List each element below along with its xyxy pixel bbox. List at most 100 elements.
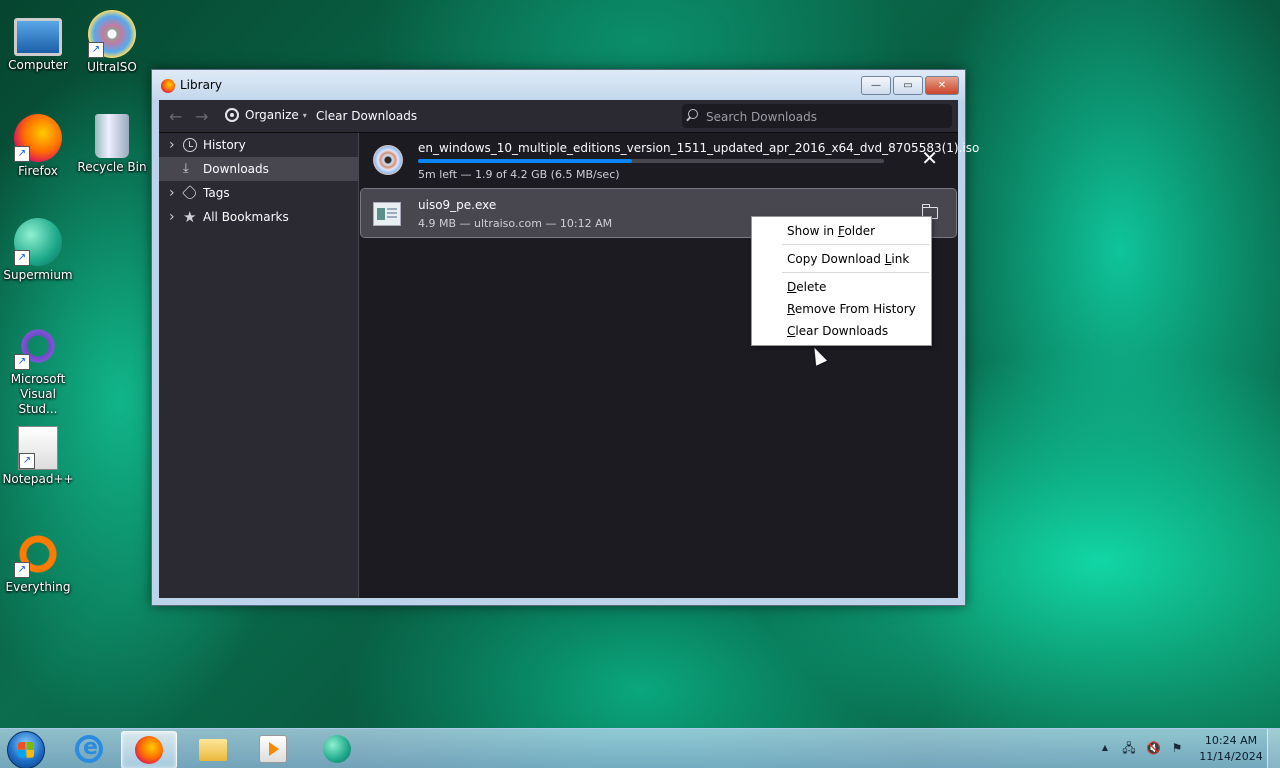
organize-label: Organize <box>245 108 299 122</box>
search-input[interactable] <box>704 107 948 127</box>
computer-icon <box>14 18 62 56</box>
firefox-icon <box>161 79 175 93</box>
firefox-icon <box>135 736 163 764</box>
supermium-icon <box>323 735 351 763</box>
back-button[interactable]: ← <box>169 107 182 126</box>
download-filename: uiso9_pe.exe <box>418 198 497 212</box>
desktop-icon-computer[interactable]: Computer <box>0 10 76 72</box>
desktop-icon-label: Everything <box>5 580 71 594</box>
everything-icon: ↗ <box>14 530 62 578</box>
chevron-right-icon[interactable]: › <box>169 133 175 157</box>
download-progress-bar <box>418 159 884 163</box>
chevron-right-icon[interactable]: › <box>169 181 175 205</box>
maximize-button[interactable]: ▭ <box>893 76 923 95</box>
taskbar-firefox[interactable] <box>121 731 177 768</box>
search-icon <box>688 109 698 119</box>
context-menu: Show in Folder Copy Download Link Delete… <box>751 216 932 346</box>
taskbar-clock[interactable]: 10:24 AM 11/14/2024 <box>1196 733 1266 765</box>
desktop-icon-everything[interactable]: ↗ Everything <box>0 530 76 594</box>
desktop-icon-label: Firefox <box>18 164 58 178</box>
menu-item-show-in-folder[interactable]: Show in Folder <box>752 220 931 242</box>
desktop-icon-label: Supermium <box>3 268 73 282</box>
shortcut-arrow-icon: ↗ <box>14 250 30 266</box>
library-client: ← → Organize ▾ Clear Downloads › History… <box>159 100 979 598</box>
shortcut-arrow-icon: ↗ <box>14 562 30 578</box>
sidebar-item-all-bookmarks[interactable]: › ★ All Bookmarks <box>159 205 358 229</box>
download-progress-fill <box>418 159 633 163</box>
download-filename: en_windows_10_multiple_editions_version_… <box>418 141 980 155</box>
windows-logo-icon <box>18 742 34 758</box>
exe-file-icon <box>373 202 401 226</box>
desktop-icon-supermium[interactable]: ↗ Supermium <box>0 218 76 282</box>
sidebar-item-tags[interactable]: › Tags <box>159 181 358 205</box>
notepadpp-icon: ↗ <box>18 426 58 470</box>
menu-item-clear-downloads[interactable]: Clear Downloads <box>752 320 931 342</box>
toolbar: ← → Organize ▾ Clear Downloads <box>159 100 958 133</box>
desktop-icon-label: Microsoft Visual Stud... <box>10 372 66 416</box>
desktop-icon-firefox[interactable]: ↗ Firefox <box>0 114 76 178</box>
star-icon: ★ <box>183 208 197 226</box>
sidebar-item-downloads[interactable]: ⤓ Downloads <box>159 157 358 181</box>
desktop-icon-label: Notepad++ <box>2 472 74 486</box>
clear-downloads-button[interactable]: Clear Downloads <box>316 109 417 123</box>
shortcut-arrow-icon: ↗ <box>14 146 30 162</box>
sidebar-item-label: All Bookmarks <box>203 210 289 224</box>
sidebar-item-label: Tags <box>203 186 230 200</box>
desktop-icon-label: Recycle Bin <box>77 160 147 174</box>
action-center-flag-icon[interactable]: ⚑ <box>1170 741 1184 755</box>
shortcut-arrow-icon: ↗ <box>19 453 35 469</box>
show-desktop-button[interactable] <box>1267 729 1280 768</box>
internet-explorer-icon <box>75 735 103 763</box>
download-icon: ⤓ <box>183 161 189 176</box>
desktop-icon-label: Computer <box>8 58 68 72</box>
ultraiso-icon: ↗ <box>88 10 136 58</box>
volume-muted-icon[interactable]: 🔇 <box>1146 741 1161 755</box>
chevron-up-icon[interactable]: ▲ <box>1098 741 1112 755</box>
taskbar-file-explorer[interactable] <box>186 731 240 767</box>
shortcut-arrow-icon: ↗ <box>88 42 104 58</box>
sidebar-item-label: Downloads <box>203 162 269 176</box>
taskbar: ▲ 🖧 🔇 ⚑ 10:24 AM 11/14/2024 <box>0 728 1280 768</box>
gear-icon <box>225 108 239 122</box>
start-button[interactable] <box>7 731 45 768</box>
download-item[interactable]: en_windows_10_multiple_editions_version_… <box>361 135 979 183</box>
download-status: 5m left — 1.9 of 4.2 GB (6.5 MB/sec) <box>418 168 620 181</box>
menu-item-delete[interactable]: Delete <box>752 276 931 298</box>
desktop-icon-recycle-bin[interactable]: Recycle Bin <box>74 114 150 174</box>
system-tray: ▲ 🖧 🔇 ⚑ <box>1098 741 1184 755</box>
close-button[interactable]: ✕ <box>925 76 959 95</box>
cancel-download-button[interactable]: ✕ <box>921 146 938 170</box>
chevron-right-icon[interactable]: › <box>169 205 175 229</box>
menu-item-copy-download-link[interactable]: Copy Download Link <box>752 248 931 270</box>
organize-button[interactable]: Organize ▾ <box>225 108 307 122</box>
taskbar-internet-explorer[interactable] <box>62 731 116 767</box>
clock-icon <box>183 138 197 152</box>
clock-time: 10:24 AM <box>1204 734 1258 747</box>
shortcut-arrow-icon: ↗ <box>14 354 30 370</box>
menu-item-remove-from-history[interactable]: Remove From History <box>752 298 931 320</box>
download-status: 4.9 MB — ultraiso.com — 10:12 AM <box>418 217 613 230</box>
minimize-button[interactable]: — <box>861 76 891 95</box>
taskbar-supermium[interactable] <box>310 731 364 767</box>
downloads-list: en_windows_10_multiple_editions_version_… <box>359 133 979 598</box>
window-title: Library <box>180 78 222 92</box>
taskbar-media-player[interactable] <box>246 731 300 767</box>
title-bar[interactable]: Library — ▭ ✕ <box>152 70 965 100</box>
desktop-icon-visual-studio[interactable]: ↗ Microsoft Visual Stud... <box>0 322 76 417</box>
desktop-icon-label: UltraISO <box>87 60 137 74</box>
menu-separator <box>782 272 929 273</box>
folder-icon <box>199 739 227 761</box>
disc-image-icon <box>373 145 403 175</box>
sidebar: › History ⤓ Downloads › Tags › ★ All Boo… <box>159 133 359 598</box>
forward-button[interactable]: → <box>195 107 208 126</box>
tag-icon <box>182 185 198 201</box>
sidebar-item-label: History <box>203 138 246 152</box>
desktop-icon-ultraiso[interactable]: ↗ UltraISO <box>74 10 150 74</box>
recycle-bin-icon <box>95 114 129 158</box>
network-icon[interactable]: 🖧 <box>1122 741 1136 755</box>
desktop-icon-notepadpp[interactable]: ↗ Notepad++ <box>0 426 76 486</box>
search-box <box>682 104 952 128</box>
sidebar-item-history[interactable]: › History <box>159 133 358 157</box>
media-player-icon <box>259 735 287 763</box>
menu-separator <box>782 244 929 245</box>
